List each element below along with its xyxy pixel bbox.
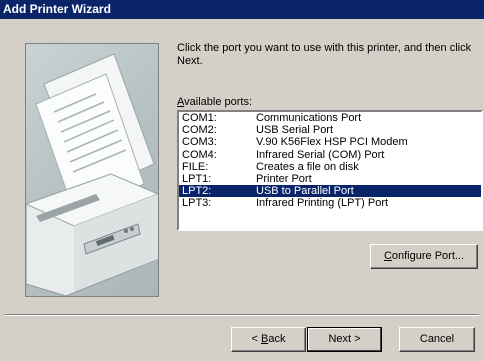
- port-row-com4[interactable]: COM4: Infrared Serial (COM) Port: [179, 149, 481, 161]
- port-row-com3[interactable]: COM3: V.90 K56Flex HSP PCI Modem: [179, 136, 481, 148]
- instructions-text: Click the port you want to use with this…: [177, 42, 472, 67]
- port-description: USB to Parallel Port: [256, 185, 354, 198]
- printer-illustration: [25, 43, 159, 297]
- port-description: Infrared Serial (COM) Port: [256, 148, 385, 161]
- port-name: LPT2:: [182, 185, 212, 198]
- configure-rest: onfigure Port...: [391, 250, 465, 262]
- port-description: Creates a file on disk: [256, 160, 359, 173]
- port-row-lpt1[interactable]: LPT1: Printer Port: [179, 173, 481, 185]
- button-separator: [5, 314, 479, 316]
- port-description: USB Serial Port: [256, 124, 334, 137]
- port-name: COM3:: [182, 136, 217, 149]
- port-description: V.90 K56Flex HSP PCI Modem: [256, 136, 408, 149]
- ports-listbox[interactable]: COM1: Communications Port COM2: USB Seri…: [177, 110, 483, 231]
- ports-label-rest: vailable ports:: [184, 96, 253, 108]
- available-ports-label: Available ports:: [177, 96, 252, 108]
- port-row-com1[interactable]: COM1: Communications Port: [179, 112, 481, 124]
- port-name: COM1:: [182, 112, 217, 124]
- port-name: LPT1:: [182, 172, 212, 185]
- port-name: LPT3:: [182, 197, 212, 210]
- back-rest: ack: [268, 333, 286, 345]
- port-description: Printer Port: [256, 172, 312, 185]
- port-name: COM4:: [182, 148, 217, 161]
- configure-accel: C: [383, 250, 392, 262]
- port-name: COM2:: [182, 124, 217, 137]
- title-bar: Add Printer Wizard: [0, 0, 484, 19]
- port-row-file[interactable]: FILE: Creates a file on disk: [179, 161, 481, 173]
- printer-illustration-graphic: [26, 53, 158, 296]
- window-title: Add Printer Wizard: [3, 2, 111, 16]
- port-row-com2[interactable]: COM2: USB Serial Port: [179, 124, 481, 136]
- port-row-lpt3[interactable]: LPT3: Infrared Printing (LPT) Port: [179, 197, 481, 209]
- port-name: FILE:: [182, 160, 209, 173]
- back-prefix: <: [251, 333, 261, 345]
- cancel-button[interactable]: Cancel: [399, 327, 475, 352]
- port-description: Infrared Printing (LPT) Port: [256, 197, 389, 210]
- configure-port-button[interactable]: Configure Port...: [370, 244, 478, 269]
- next-button[interactable]: Next >: [307, 327, 382, 352]
- port-description: Communications Port: [256, 112, 362, 124]
- port-row-lpt2[interactable]: LPT2: USB to Parallel Port: [179, 185, 481, 198]
- back-button[interactable]: < Back: [231, 327, 306, 352]
